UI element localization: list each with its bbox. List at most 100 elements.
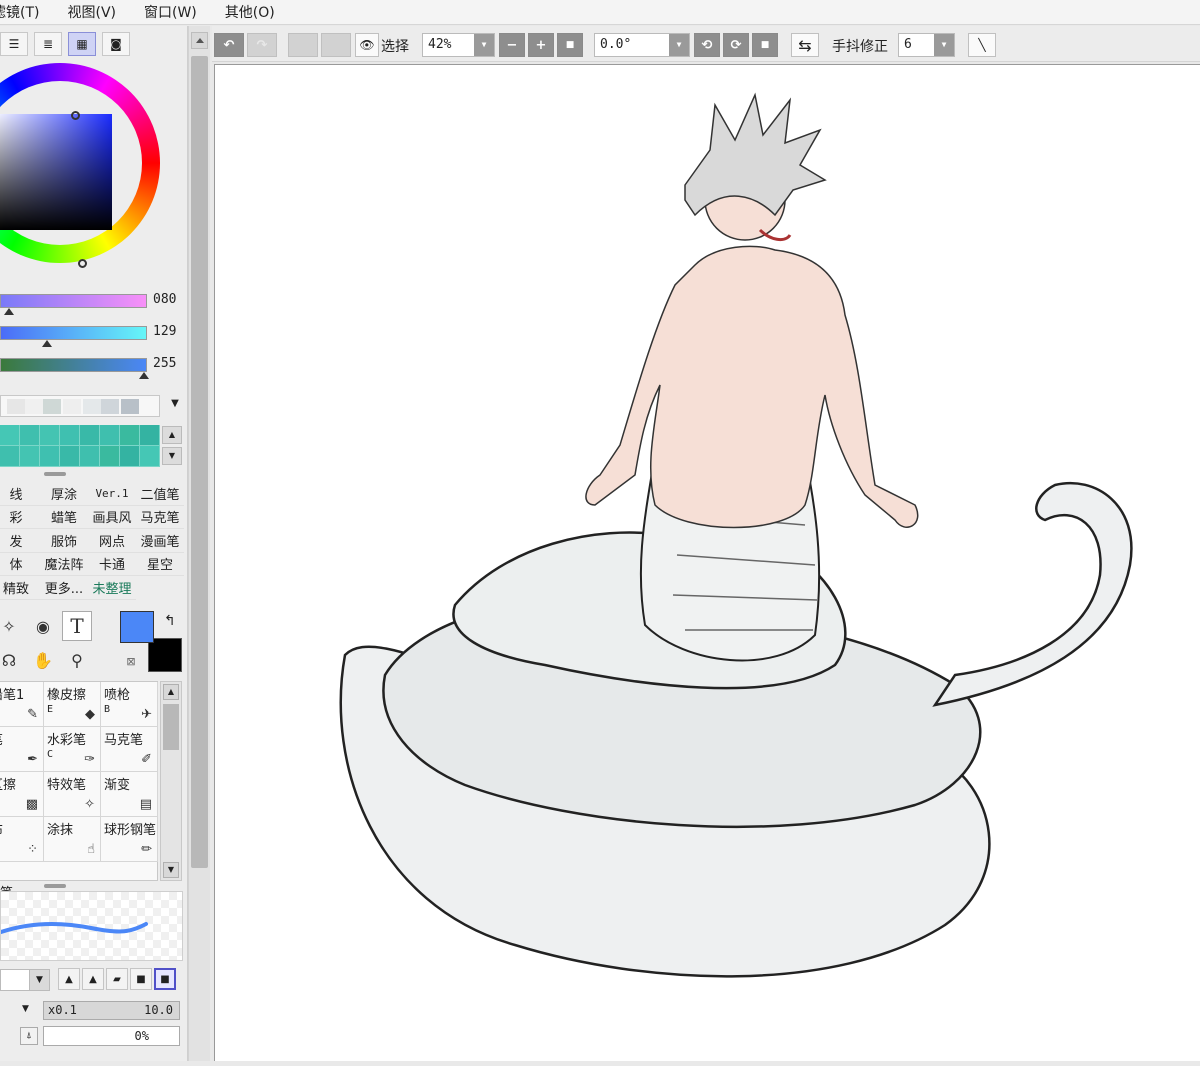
brush-set-item[interactable]: 线 <box>0 482 40 506</box>
panel-divider-handle[interactable] <box>44 472 66 476</box>
canvas-area[interactable] <box>212 62 1200 1061</box>
palette-swatch[interactable] <box>80 446 100 467</box>
brush-set-item[interactable]: 卡通 <box>88 553 136 576</box>
scroll-down-icon[interactable]: ▼ <box>163 862 179 878</box>
chevron-down-icon[interactable]: ▼ <box>934 34 954 56</box>
palette-swatch[interactable] <box>20 425 40 446</box>
brush-set-item[interactable]: 更多... <box>40 576 88 600</box>
blend-mode-select[interactable]: ▼ <box>0 969 50 991</box>
brush-set-item[interactable]: 蜡笔 <box>40 506 88 529</box>
brush-set-item[interactable]: 星空 <box>136 553 184 576</box>
color-mode-palette-icon[interactable]: ▦ <box>68 32 96 56</box>
palette-swatch[interactable] <box>120 425 140 446</box>
brush-shape-4-icon[interactable]: ■ <box>130 968 152 990</box>
palette-swatch[interactable] <box>60 425 80 446</box>
recent-colors-dropdown-icon[interactable]: ▼ <box>168 398 182 414</box>
zoom-select[interactable]: 42% ▼ <box>422 33 495 57</box>
brush-set-item[interactable]: 网点 <box>88 529 136 553</box>
bucket-icon[interactable]: ◉ <box>28 611 58 641</box>
deselect-button[interactable] <box>288 33 318 57</box>
brush-tool-8[interactable]: 特效笔 ✧ <box>44 772 101 817</box>
brush-set-item[interactable]: 发 <box>0 529 40 553</box>
zoom-in-button[interactable]: + <box>528 33 554 57</box>
palette-swatch[interactable] <box>0 425 20 446</box>
brush-tool-2[interactable]: 橡皮擦 E ◆ <box>44 682 101 727</box>
recent-colors-strip[interactable] <box>0 395 160 417</box>
zoom-reset-button[interactable]: ■ <box>557 33 583 57</box>
brush-set-item[interactable]: 服饰 <box>40 529 88 553</box>
brush-tool-9[interactable]: 渐变 ▤ <box>101 772 158 817</box>
color-slider-2[interactable]: 129 <box>0 324 187 347</box>
invert-selection-button[interactable] <box>321 33 351 57</box>
recent-color-swatch[interactable] <box>83 399 101 414</box>
straight-line-icon[interactable]: ╲ <box>968 33 996 57</box>
palette-swatch[interactable] <box>80 425 100 446</box>
recent-color-swatch[interactable] <box>7 399 25 414</box>
palette-swatch[interactable] <box>40 446 60 467</box>
saturation-value-square[interactable] <box>0 114 112 230</box>
brush-shape-3-icon[interactable]: ▰ <box>106 968 128 990</box>
color-mode-slider-icon[interactable]: ≣ <box>34 32 62 56</box>
text-tool-icon[interactable]: T <box>62 611 92 641</box>
color-slider-3-bar[interactable] <box>0 358 147 372</box>
palette-swatch[interactable] <box>140 425 160 446</box>
recent-color-swatch[interactable] <box>25 399 43 414</box>
brush-set-item[interactable]: 二值笔 <box>136 482 184 506</box>
brush-set-item[interactable]: 体 <box>0 553 40 576</box>
color-slider-1-bar[interactable] <box>0 294 147 308</box>
drawing-canvas[interactable] <box>214 64 1200 1061</box>
recent-color-swatch[interactable] <box>121 399 139 414</box>
menu-filter[interactable]: 滤镜(T) <box>0 2 53 22</box>
rotate-reset-button[interactable]: ■ <box>752 33 778 57</box>
color-slider-3[interactable]: 255 <box>0 356 187 379</box>
lasso-icon[interactable]: ☊ <box>0 645 24 675</box>
brush-set-item[interactable]: 漫画笔 <box>136 529 184 553</box>
panel-divider-handle[interactable] <box>44 884 66 888</box>
color-palette-grid[interactable] <box>0 425 160 467</box>
density-icon[interactable]: ⍋ <box>20 1027 38 1045</box>
recent-color-swatch[interactable] <box>101 399 119 414</box>
size-dropdown-icon[interactable]: ▼ <box>22 1004 29 1014</box>
menu-other[interactable]: 其他(O) <box>211 2 289 22</box>
palette-swatch[interactable] <box>100 425 120 446</box>
recent-color-swatch[interactable] <box>63 399 81 414</box>
palette-swatch[interactable] <box>0 446 20 467</box>
eye-icon[interactable]: 👁 <box>355 33 379 57</box>
brush-tool-10[interactable]: 布⁘ <box>0 817 44 862</box>
scroll-up-icon[interactable]: ▲ <box>163 684 179 700</box>
brush-tool-scrollbar[interactable]: ▲ ▼ <box>160 681 182 881</box>
rotate-left-button[interactable]: ⟲ <box>694 33 720 57</box>
color-slider-2-thumb[interactable] <box>42 340 52 347</box>
brush-size-slider[interactable]: x0.1 10.0 <box>43 1001 180 1020</box>
brush-shape-5-icon[interactable]: ■ <box>154 968 176 990</box>
hue-marker[interactable] <box>71 111 80 120</box>
brush-set-item[interactable]: Ver.1 <box>88 482 136 506</box>
color-mode-list-icon[interactable]: ☰ <box>0 32 28 56</box>
brush-tool-6[interactable]: 马克笔 ✐ <box>101 727 158 772</box>
palette-swatch[interactable] <box>40 425 60 446</box>
scroll-up-icon[interactable] <box>191 32 208 49</box>
brush-tool-4[interactable]: 笔✒ <box>0 727 44 772</box>
brush-tool-11[interactable]: 涂抹 ☝ <box>44 817 101 862</box>
menu-window[interactable]: 窗口(W) <box>130 2 211 22</box>
brush-tool-12[interactable]: 球形钢笔 ✏ <box>101 817 158 862</box>
rotation-select[interactable]: 0.0° ▼ <box>594 33 690 57</box>
rotate-right-button[interactable]: ⟳ <box>723 33 749 57</box>
palette-scroll-down-icon[interactable]: ▼ <box>162 447 182 465</box>
secondary-color-swatch[interactable] <box>148 638 182 672</box>
brush-set-item[interactable]: 魔法阵 <box>40 553 88 576</box>
brush-shape-1-icon[interactable]: ▲ <box>58 968 80 990</box>
undo-button[interactable]: ↶ <box>214 33 244 57</box>
swap-colors-icon[interactable]: ↰ <box>164 613 176 629</box>
primary-color-swatch[interactable] <box>120 611 154 643</box>
palette-swatch[interactable] <box>60 446 80 467</box>
left-panel-scrollbar[interactable] <box>188 26 210 1061</box>
hand-icon[interactable]: ✋ <box>28 645 58 675</box>
palette-swatch[interactable] <box>100 446 120 467</box>
scroll-thumb[interactable] <box>163 704 179 750</box>
color-mode-scratch-icon[interactable]: ◙ <box>102 32 130 56</box>
magic-wand-icon[interactable]: ✧ <box>0 611 24 641</box>
chevron-down-icon[interactable]: ▼ <box>29 970 49 990</box>
transparent-color-icon[interactable]: ⊠ <box>122 652 140 670</box>
sv-marker[interactable] <box>78 259 87 268</box>
